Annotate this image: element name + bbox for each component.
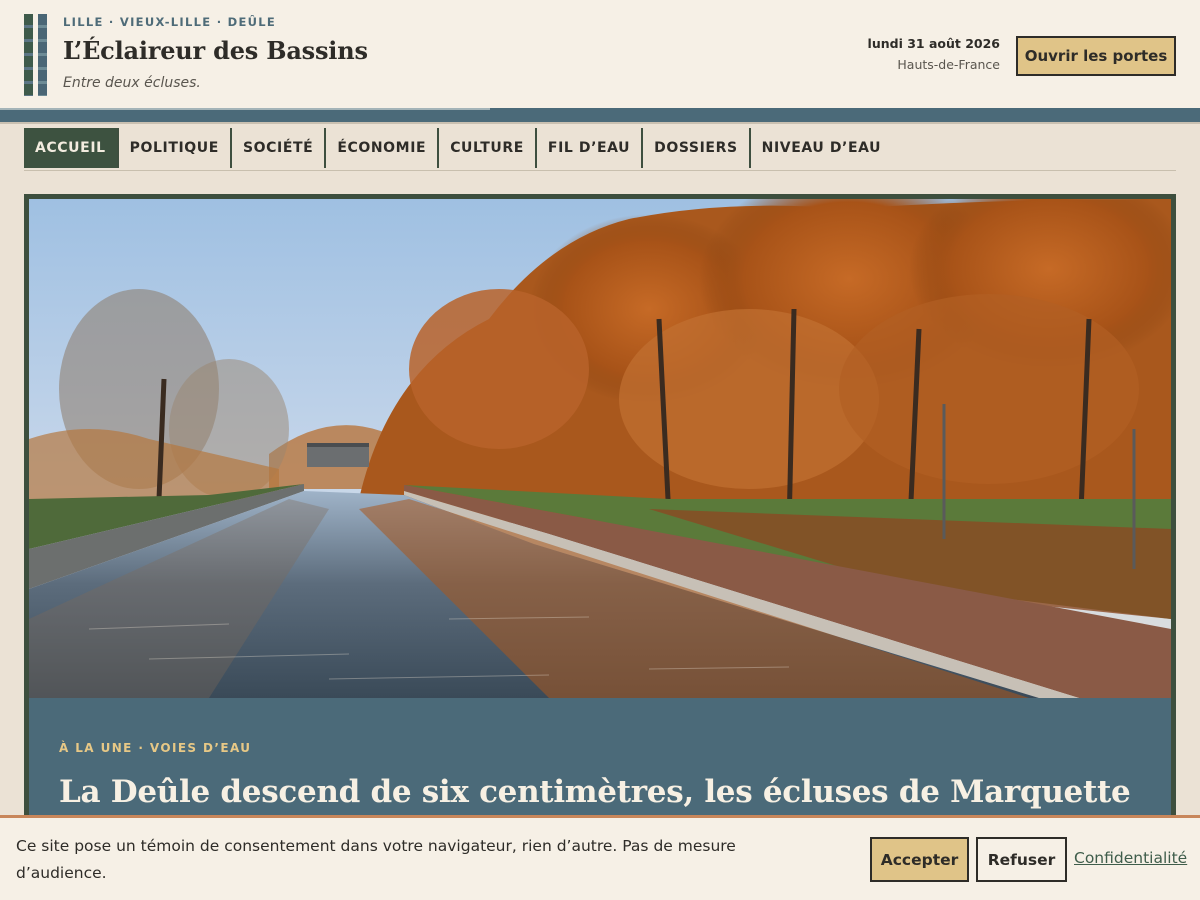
header-divider-band [0, 108, 1200, 122]
open-gates-button[interactable]: Ouvrir les portes [1016, 36, 1176, 76]
hero-headline[interactable]: La Deûle descend de six centimètres, les… [59, 774, 1131, 810]
refuse-cookies-button[interactable]: Refuser [976, 837, 1067, 882]
nav-item-politique[interactable]: POLITIQUE [116, 128, 230, 168]
site-tagline: Entre deux écluses. [63, 75, 201, 91]
accept-cookies-button[interactable]: Accepter [870, 837, 969, 882]
nav-item-economie[interactable]: ÉCONOMIE [324, 128, 437, 168]
location-kicker: LILLE · VIEUX-LILLE · DEÛLE [63, 15, 277, 29]
hero-photo-canal[interactable] [29, 199, 1171, 698]
nav-item-niveau-deau[interactable]: NIVEAU D’EAU [748, 128, 892, 168]
nav-divider [24, 170, 1176, 171]
region-label: Hauts-de-France [897, 57, 1000, 72]
cookie-consent-banner: Ce site pose un témoin de consentement d… [0, 815, 1200, 900]
nav-item-culture[interactable]: CULTURE [437, 128, 535, 168]
lock-gate-logo-icon[interactable] [24, 14, 48, 96]
nav-item-societe[interactable]: SOCIÉTÉ [229, 128, 324, 168]
hero-category-kicker[interactable]: À LA UNE · VOIES D’EAU [59, 741, 251, 755]
divider-highlight [0, 108, 490, 110]
logo-bar-right [38, 14, 47, 96]
hero-article-card[interactable]: À LA UNE · VOIES D’EAU La Deûle descend … [24, 194, 1176, 900]
privacy-link[interactable]: Confidentialité [1074, 849, 1187, 867]
header-divider-line [0, 122, 1200, 124]
nav-item-dossiers[interactable]: DOSSIERS [641, 128, 749, 168]
nav-item-fil-deau[interactable]: FIL D’EAU [534, 128, 641, 168]
current-date: lundi 31 août 2026 [867, 36, 1000, 51]
consent-message: Ce site pose un témoin de consentement d… [16, 837, 736, 882]
main-navigation: ACCUEIL POLITIQUE SOCIÉTÉ ÉCONOMIE CULTU… [24, 128, 892, 168]
nav-item-accueil[interactable]: ACCUEIL [24, 128, 117, 168]
logo-bar-left [24, 14, 33, 96]
site-title[interactable]: L’Éclaireur des Bassins [63, 36, 368, 65]
masthead: LILLE · VIEUX-LILLE · DEÛLE L’Éclaireur … [0, 0, 1200, 108]
